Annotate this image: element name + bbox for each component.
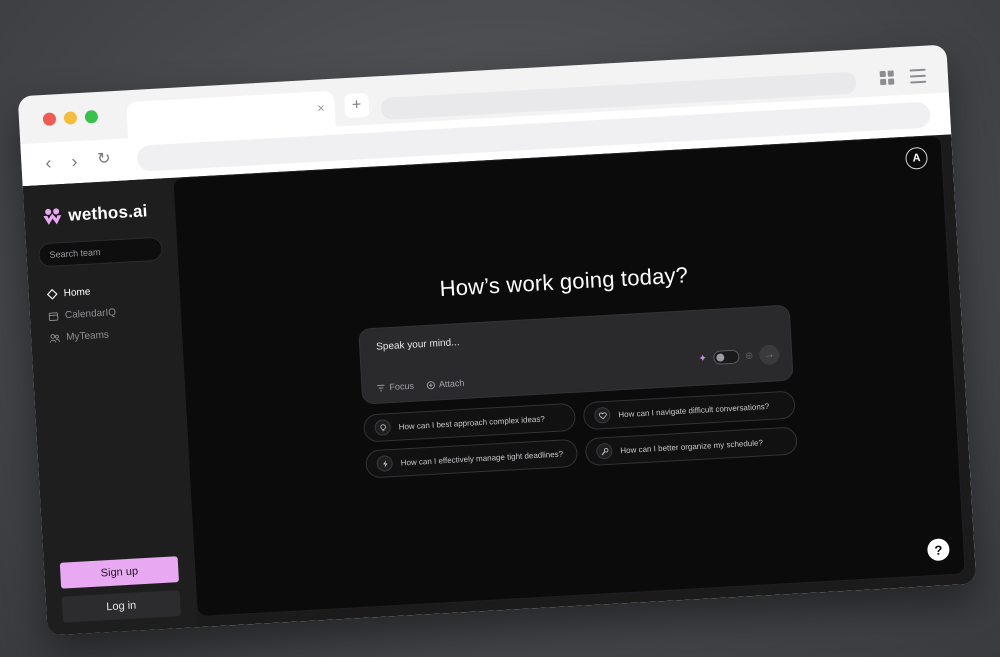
browser-stage: × + ‹ › ↻ wethos.ai Search team Home Cal… — [17, 44, 977, 636]
diamond-icon — [46, 288, 58, 300]
maximize-window-button[interactable] — [84, 109, 99, 124]
mode-toggle[interactable] — [712, 349, 740, 365]
send-button[interactable]: → — [758, 344, 780, 366]
suggestion-chip[interactable]: How can I navigate difficult conversatio… — [582, 390, 796, 431]
minimize-window-button[interactable] — [63, 111, 78, 125]
suggestion-label: How can I navigate difficult conversatio… — [618, 401, 770, 419]
wrench-icon — [595, 442, 613, 460]
reload-icon[interactable]: ↻ — [97, 148, 112, 171]
new-tab-button[interactable]: + — [344, 92, 370, 119]
log-in-button[interactable]: Log in — [61, 590, 181, 623]
sidebar-item-label: Home — [63, 286, 91, 300]
bulb-icon — [374, 419, 392, 436]
apps-grid-icon[interactable] — [879, 70, 895, 86]
focus-label: Focus — [389, 380, 415, 393]
message-input[interactable] — [373, 323, 679, 354]
suggestion-label: How can I better organize my schedule? — [620, 437, 764, 455]
team-icon — [49, 334, 60, 343]
chat-composer: Focus Attach ✦ ⊕ → — [358, 304, 794, 405]
suggestion-chip[interactable]: How can I effectively manage tight deadl… — [364, 438, 579, 479]
app-area: wethos.ai Home CalendarIQ MyTeams — [22, 134, 977, 636]
brand-logo[interactable]: wethos.ai — [42, 201, 148, 227]
heart-icon — [593, 406, 611, 424]
sparkle-icon: ✦ — [698, 352, 708, 365]
globe-icon: ⊕ — [744, 350, 754, 362]
user-avatar[interactable]: A — [904, 146, 929, 170]
suggestion-label: How can I best approach complex ideas? — [398, 413, 546, 432]
tab-close-icon[interactable]: × — [317, 100, 325, 115]
wethos-logo-icon — [43, 208, 62, 225]
focus-button[interactable]: Focus — [376, 381, 414, 393]
arrow-right-icon: → — [763, 348, 776, 362]
sidebar-item-label: CalendarIQ — [64, 307, 117, 322]
composer-controls: ✦ ⊕ → — [698, 344, 780, 368]
attach-label: Attach — [438, 377, 465, 390]
composer-tools: Focus Attach — [376, 378, 465, 393]
back-arrow-icon[interactable]: ‹ — [45, 152, 52, 174]
suggestion-label: How can I effectively manage tight deadl… — [400, 448, 564, 468]
sidebar: wethos.ai Home CalendarIQ MyTeams — [22, 177, 198, 636]
help-button[interactable]: ? — [926, 538, 950, 562]
close-window-button[interactable] — [42, 112, 57, 126]
main-panel: A How’s work going today? Focus Attach — [172, 134, 966, 618]
suggestion-grid: How can I best approach complex ideas? H… — [362, 390, 798, 479]
window-controls — [42, 109, 99, 126]
sidebar-item-home[interactable]: Home — [46, 285, 115, 300]
sidebar-nav: Home CalendarIQ MyTeams — [46, 285, 118, 355]
suggestion-chip[interactable]: How can I best approach complex ideas? — [362, 402, 577, 443]
plus-circle-icon — [426, 380, 435, 389]
sidebar-item-label: MyTeams — [65, 329, 110, 344]
sign-up-button[interactable]: Sign up — [59, 556, 180, 589]
browser-window: × + ‹ › ↻ wethos.ai Search team Home Cal… — [17, 44, 977, 636]
sidebar-item-myteams[interactable]: MyTeams — [49, 329, 118, 344]
attach-button[interactable]: Attach — [426, 378, 465, 390]
brand-name: wethos.ai — [67, 201, 149, 225]
forward-arrow-icon[interactable]: › — [71, 150, 78, 172]
filter-lines-icon — [377, 384, 385, 391]
lightning-icon — [376, 455, 394, 472]
sidebar-item-calendariq[interactable]: CalendarIQ — [48, 307, 117, 322]
search-team-input[interactable] — [37, 236, 164, 268]
calendar-icon — [48, 312, 59, 321]
suggestion-chip[interactable]: How can I better organize my schedule? — [584, 426, 798, 467]
hamburger-menu-icon[interactable] — [909, 68, 927, 84]
toggle-knob — [715, 353, 725, 362]
page-title: How’s work going today? — [438, 262, 689, 302]
